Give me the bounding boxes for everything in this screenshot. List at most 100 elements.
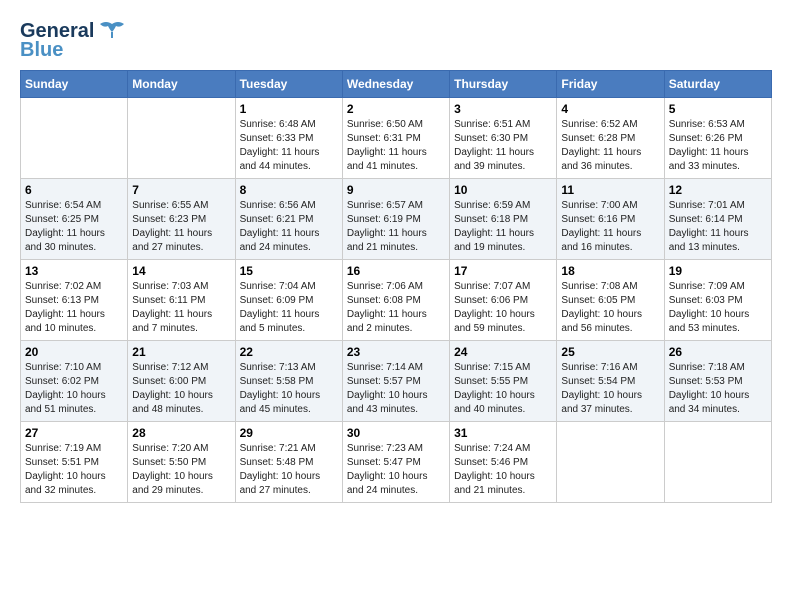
- day-number: 26: [669, 345, 767, 359]
- day-number: 14: [132, 264, 230, 278]
- day-info: Sunrise: 6:55 AMSunset: 6:23 PMDaylight:…: [132, 199, 230, 255]
- day-cell: 19 Sunrise: 7:09 AMSunset: 6:03 PMDayligh…: [664, 260, 771, 341]
- day-info: Sunrise: 6:56 AMSunset: 6:21 PMDaylight:…: [240, 199, 338, 255]
- day-info: Sunrise: 6:50 AMSunset: 6:31 PMDaylight:…: [347, 118, 445, 174]
- day-number: 27: [25, 426, 123, 440]
- day-number: 6: [25, 183, 123, 197]
- day-cell: [557, 422, 664, 503]
- day-cell: 2Sunrise: 6:50 AMSunset: 6:31 PMDaylight…: [342, 98, 449, 179]
- day-cell: 3Sunrise: 6:51 AMSunset: 6:30 PMDaylight…: [450, 98, 557, 179]
- day-info: Sunrise: 6:57 AMSunset: 6:19 PMDaylight:…: [347, 199, 445, 255]
- day-cell: 14 Sunrise: 7:03 AMSunset: 6:11 PMDayligh…: [128, 260, 235, 341]
- day-cell: 4 Sunrise: 6:52 AMSunset: 6:28 PMDaylight…: [557, 98, 664, 179]
- day-number: 20: [25, 345, 123, 359]
- day-header-saturday: Saturday: [664, 71, 771, 98]
- day-number: 29: [240, 426, 338, 440]
- logo: General Blue: [20, 20, 126, 60]
- day-number: 28: [132, 426, 230, 440]
- day-info: Sunrise: 7:06 AMSunset: 6:08 PMDaylight:…: [347, 280, 445, 336]
- day-number: 19: [669, 264, 767, 278]
- day-info: Sunrise: 7:09 AMSunset: 6:03 PMDaylight:…: [669, 280, 767, 336]
- day-cell: 27Sunrise: 7:19 AMSunset: 5:51 PMDayligh…: [21, 422, 128, 503]
- day-cell: 18 Sunrise: 7:08 AMSunset: 6:05 PMDayligh…: [557, 260, 664, 341]
- logo-bird-icon: [98, 20, 126, 42]
- day-number: 7: [132, 183, 230, 197]
- day-number: 15: [240, 264, 338, 278]
- day-header-tuesday: Tuesday: [235, 71, 342, 98]
- day-info: Sunrise: 7:16 AMSunset: 5:54 PMDaylight:…: [561, 361, 659, 417]
- day-info: Sunrise: 7:24 AMSunset: 5:46 PMDaylight:…: [454, 442, 552, 498]
- day-cell: [128, 98, 235, 179]
- day-number: 1: [240, 102, 338, 116]
- day-number: 4: [561, 102, 659, 116]
- day-info: Sunrise: 7:23 AMSunset: 5:47 PMDaylight:…: [347, 442, 445, 498]
- day-cell: 30 Sunrise: 7:23 AMSunset: 5:47 PMDayligh…: [342, 422, 449, 503]
- day-info: Sunrise: 7:12 AMSunset: 6:00 PMDaylight:…: [132, 361, 230, 417]
- day-cell: 22 Sunrise: 7:13 AMSunset: 5:58 PMDayligh…: [235, 341, 342, 422]
- day-info: Sunrise: 7:04 AMSunset: 6:09 PMDaylight:…: [240, 280, 338, 336]
- day-number: 12: [669, 183, 767, 197]
- day-header-thursday: Thursday: [450, 71, 557, 98]
- day-number: 24: [454, 345, 552, 359]
- day-cell: [664, 422, 771, 503]
- day-number: 31: [454, 426, 552, 440]
- day-header-monday: Monday: [128, 71, 235, 98]
- day-info: Sunrise: 7:18 AMSunset: 5:53 PMDaylight:…: [669, 361, 767, 417]
- week-row-1: 1Sunrise: 6:48 AMSunset: 6:33 PMDaylight…: [21, 98, 772, 179]
- day-cell: 1Sunrise: 6:48 AMSunset: 6:33 PMDaylight…: [235, 98, 342, 179]
- day-info: Sunrise: 6:54 AMSunset: 6:25 PMDaylight:…: [25, 199, 123, 255]
- day-cell: 21 Sunrise: 7:12 AMSunset: 6:00 PMDayligh…: [128, 341, 235, 422]
- day-number: 22: [240, 345, 338, 359]
- logo-text: General: [20, 21, 94, 41]
- day-cell: 12Sunrise: 7:01 AMSunset: 6:14 PMDayligh…: [664, 179, 771, 260]
- day-cell: 13 Sunrise: 7:02 AMSunset: 6:13 PMDayligh…: [21, 260, 128, 341]
- day-number: 11: [561, 183, 659, 197]
- day-info: Sunrise: 6:53 AMSunset: 6:26 PMDaylight:…: [669, 118, 767, 174]
- logo-blue-text: Blue: [20, 40, 63, 60]
- day-cell: [21, 98, 128, 179]
- day-info: Sunrise: 7:07 AMSunset: 6:06 PMDaylight:…: [454, 280, 552, 336]
- day-header-friday: Friday: [557, 71, 664, 98]
- day-number: 23: [347, 345, 445, 359]
- day-cell: 25 Sunrise: 7:16 AMSunset: 5:54 PMDayligh…: [557, 341, 664, 422]
- day-info: Sunrise: 6:52 AMSunset: 6:28 PMDaylight:…: [561, 118, 659, 174]
- day-cell: 11Sunrise: 7:00 AMSunset: 6:16 PMDayligh…: [557, 179, 664, 260]
- day-cell: 17 Sunrise: 7:07 AMSunset: 6:06 PMDayligh…: [450, 260, 557, 341]
- week-row-5: 27Sunrise: 7:19 AMSunset: 5:51 PMDayligh…: [21, 422, 772, 503]
- day-info: Sunrise: 7:14 AMSunset: 5:57 PMDaylight:…: [347, 361, 445, 417]
- day-cell: 7 Sunrise: 6:55 AMSunset: 6:23 PMDaylight…: [128, 179, 235, 260]
- day-cell: 29 Sunrise: 7:21 AMSunset: 5:48 PMDayligh…: [235, 422, 342, 503]
- day-cell: 6 Sunrise: 6:54 AMSunset: 6:25 PMDaylight…: [21, 179, 128, 260]
- day-info: Sunrise: 7:03 AMSunset: 6:11 PMDaylight:…: [132, 280, 230, 336]
- day-info: Sunrise: 7:08 AMSunset: 6:05 PMDaylight:…: [561, 280, 659, 336]
- day-number: 10: [454, 183, 552, 197]
- day-number: 18: [561, 264, 659, 278]
- day-cell: 10 Sunrise: 6:59 AMSunset: 6:18 PMDayligh…: [450, 179, 557, 260]
- day-cell: 20 Sunrise: 7:10 AMSunset: 6:02 PMDayligh…: [21, 341, 128, 422]
- calendar-table: SundayMondayTuesdayWednesdayThursdayFrid…: [20, 70, 772, 503]
- day-number: 13: [25, 264, 123, 278]
- day-info: Sunrise: 7:13 AMSunset: 5:58 PMDaylight:…: [240, 361, 338, 417]
- day-number: 16: [347, 264, 445, 278]
- day-number: 30: [347, 426, 445, 440]
- day-number: 17: [454, 264, 552, 278]
- week-row-3: 13 Sunrise: 7:02 AMSunset: 6:13 PMDayligh…: [21, 260, 772, 341]
- day-cell: 5Sunrise: 6:53 AMSunset: 6:26 PMDaylight…: [664, 98, 771, 179]
- day-number: 9: [347, 183, 445, 197]
- day-cell: 23 Sunrise: 7:14 AMSunset: 5:57 PMDayligh…: [342, 341, 449, 422]
- day-info: Sunrise: 7:15 AMSunset: 5:55 PMDaylight:…: [454, 361, 552, 417]
- day-number: 21: [132, 345, 230, 359]
- day-cell: 26 Sunrise: 7:18 AMSunset: 5:53 PMDayligh…: [664, 341, 771, 422]
- day-cell: 9 Sunrise: 6:57 AMSunset: 6:19 PMDaylight…: [342, 179, 449, 260]
- header-row: SundayMondayTuesdayWednesdayThursdayFrid…: [21, 71, 772, 98]
- day-info: Sunrise: 6:59 AMSunset: 6:18 PMDaylight:…: [454, 199, 552, 255]
- day-number: 25: [561, 345, 659, 359]
- day-info: Sunrise: 7:10 AMSunset: 6:02 PMDaylight:…: [25, 361, 123, 417]
- week-row-4: 20 Sunrise: 7:10 AMSunset: 6:02 PMDayligh…: [21, 341, 772, 422]
- day-cell: 8 Sunrise: 6:56 AMSunset: 6:21 PMDaylight…: [235, 179, 342, 260]
- day-cell: 16 Sunrise: 7:06 AMSunset: 6:08 PMDayligh…: [342, 260, 449, 341]
- page-header: General Blue: [20, 20, 772, 60]
- day-info: Sunrise: 7:21 AMSunset: 5:48 PMDaylight:…: [240, 442, 338, 498]
- day-number: 8: [240, 183, 338, 197]
- day-info: Sunrise: 7:02 AMSunset: 6:13 PMDaylight:…: [25, 280, 123, 336]
